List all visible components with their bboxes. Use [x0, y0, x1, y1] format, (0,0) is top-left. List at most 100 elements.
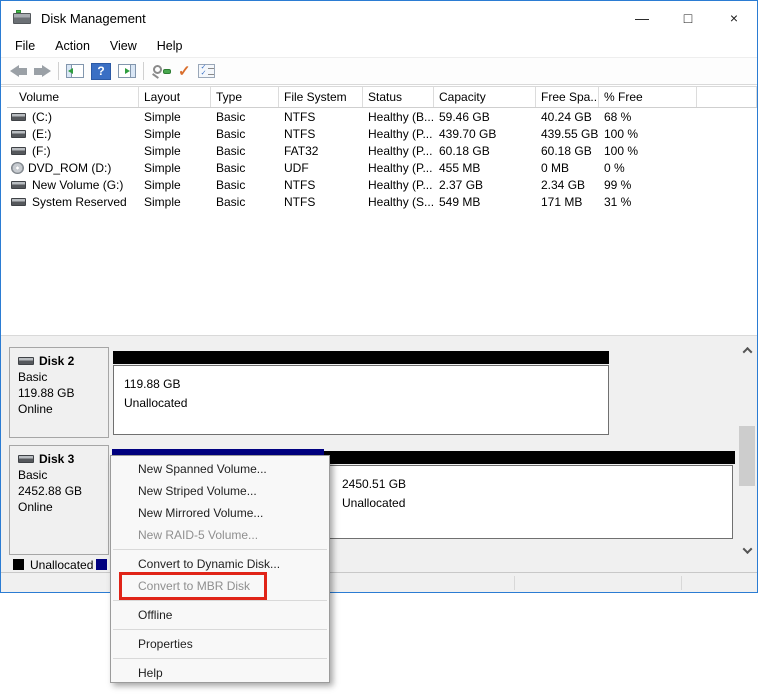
column-header-layout[interactable]: Layout [139, 87, 211, 107]
minimize-button[interactable]: — [619, 1, 665, 35]
context-menu: New Spanned Volume... New Striped Volume… [110, 455, 330, 683]
status-bar-divider [681, 576, 682, 590]
volume-row-system-reserved[interactable]: System Reserved Simple Basic NTFS Health… [7, 193, 757, 210]
cell-type: Basic [216, 177, 246, 192]
menu-item-offline[interactable]: Offline [111, 604, 329, 626]
disk-status: Online [18, 500, 53, 514]
cell-type: Basic [216, 143, 246, 158]
cell-free-space: 40.24 GB [541, 109, 592, 124]
close-button[interactable]: × [711, 1, 757, 35]
cell-layout: Simple [144, 160, 181, 175]
cell-capacity: 2.37 GB [439, 177, 484, 192]
column-header-file-system[interactable]: File System [279, 87, 363, 107]
disk2-unallocated-strip [113, 351, 609, 364]
cell-percent-free: 100 % [604, 143, 639, 158]
cell-file-system: UDF [284, 160, 309, 175]
cell-capacity: 59.46 GB [439, 109, 490, 124]
dvd-icon [11, 161, 24, 174]
cell-percent-free: 99 % [604, 177, 632, 192]
menu-item-properties[interactable]: Properties [111, 633, 329, 655]
column-header-free-space[interactable]: Free Spa... [536, 87, 599, 107]
show-console-tree-button[interactable] [66, 60, 84, 82]
annotation-highlight-box [119, 572, 267, 600]
cell-percent-free: 68 % [604, 109, 632, 124]
menu-bar: File Action View Help [1, 35, 757, 58]
disk2-unallocated-region[interactable]: 119.88 GB Unallocated [113, 365, 609, 435]
disk-icon [18, 357, 34, 365]
cell-percent-free: 0 % [604, 160, 625, 175]
unallocated-legend-swatch [13, 559, 24, 570]
column-header-volume[interactable]: Volume [7, 87, 139, 107]
scroll-up-button[interactable] [739, 342, 755, 358]
volume-name: (E:) [32, 126, 52, 141]
volume-row-e[interactable]: (E:) Simple Basic NTFS Healthy (P... 439… [7, 125, 757, 142]
column-header-capacity[interactable]: Capacity [434, 87, 536, 107]
cell-status: Healthy (B... [368, 109, 434, 124]
menu-item-new-spanned-volume[interactable]: New Spanned Volume... [111, 458, 329, 480]
cell-layout: Simple [144, 177, 181, 192]
vertical-scrollbar[interactable] [739, 342, 755, 558]
region-label: Unallocated [342, 496, 406, 510]
commit-check-button[interactable]: ✓ [178, 60, 191, 82]
back-icon [10, 65, 27, 77]
volume-list-pane: Volume Layout Type File System Status Ca… [1, 86, 757, 335]
menu-item-help[interactable]: Help [111, 662, 329, 684]
cell-percent-free: 31 % [604, 194, 632, 209]
disk-size: 2452.88 GB [18, 484, 83, 498]
menu-view[interactable]: View [100, 37, 147, 55]
back-button[interactable] [10, 60, 27, 82]
checklist-button[interactable]: ✓ ✓ [197, 60, 215, 82]
column-header-status[interactable]: Status [363, 87, 434, 107]
help-button[interactable]: ? [91, 60, 111, 82]
volume-name: (C:) [32, 109, 52, 124]
console-tree-icon [66, 64, 84, 78]
disk2-card[interactable]: Disk 2 Basic 119.88 GB Online [9, 347, 109, 438]
cell-capacity: 455 MB [439, 160, 481, 175]
cell-free-space: 2.34 GB [541, 177, 586, 192]
cell-file-system: NTFS [284, 177, 316, 192]
menu-item-new-raid5-volume[interactable]: New RAID-5 Volume... [111, 524, 329, 546]
show-action-pane-button[interactable] [118, 60, 136, 82]
cell-free-space: 60.18 GB [541, 143, 592, 158]
help-icon: ? [91, 62, 111, 80]
menu-item-new-mirrored-volume[interactable]: New Mirrored Volume... [111, 502, 329, 524]
menu-separator [113, 629, 327, 630]
menu-file[interactable]: File [5, 37, 45, 55]
cell-status: Healthy (P... [368, 160, 433, 175]
cell-status: Healthy (S... [368, 194, 434, 209]
column-header-type[interactable]: Type [211, 87, 279, 107]
volume-row-f[interactable]: (F:) Simple Basic FAT32 Healthy (P... 60… [7, 142, 757, 159]
menu-action[interactable]: Action [45, 37, 100, 55]
zoom-button[interactable] [151, 60, 171, 82]
drive-icon [11, 197, 26, 206]
volume-row-dvd[interactable]: DVD_ROM (D:) Simple Basic UDF Healthy (P… [7, 159, 757, 176]
scrollbar-thumb[interactable] [739, 426, 755, 486]
drive-icon [11, 146, 26, 155]
menu-separator [113, 600, 327, 601]
menu-separator [113, 549, 327, 550]
forward-icon [34, 65, 51, 77]
cell-free-space: 439.55 GB [541, 126, 599, 141]
disk-icon [18, 455, 34, 463]
disk3-card[interactable]: Disk 3 Basic 2452.88 GB Online [9, 445, 109, 555]
cell-layout: Simple [144, 126, 181, 141]
forward-button[interactable] [34, 60, 51, 82]
drive-led [16, 9, 21, 13]
cell-capacity: 549 MB [439, 194, 481, 209]
cell-layout: Simple [144, 143, 181, 158]
cell-file-system: NTFS [284, 126, 316, 141]
column-header-percent-free[interactable]: % Free [599, 87, 697, 107]
toolbar-separator [58, 62, 59, 80]
maximize-button[interactable]: □ [665, 1, 711, 35]
magnifier-icon [151, 63, 171, 80]
table-header-row: Volume Layout Type File System Status Ca… [7, 87, 757, 108]
volume-row-g[interactable]: New Volume (G:) Simple Basic NTFS Health… [7, 176, 757, 193]
primary-partition-legend-swatch [96, 559, 107, 570]
region-size: 2450.51 GB [342, 477, 407, 491]
volume-row-c[interactable]: (C:) Simple Basic NTFS Healthy (B... 59.… [7, 108, 757, 125]
disk-name: Disk 2 [39, 354, 75, 368]
chevron-down-icon [742, 543, 752, 554]
menu-help[interactable]: Help [147, 37, 193, 55]
menu-item-new-striped-volume[interactable]: New Striped Volume... [111, 480, 329, 502]
cell-capacity: 60.18 GB [439, 143, 490, 158]
